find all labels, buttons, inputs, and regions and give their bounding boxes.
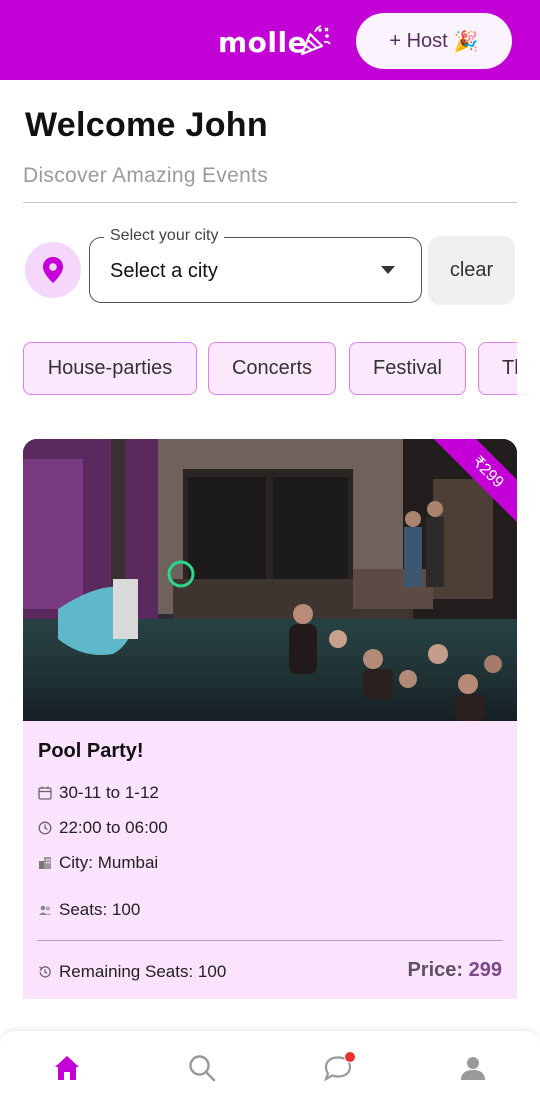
city-dropdown-label: Select your city (104, 227, 225, 245)
bottom-navigation (0, 1030, 540, 1105)
notification-dot (344, 1051, 356, 1063)
city-dropdown-value: Select a city (110, 260, 218, 282)
remaining-seats: Remaining Seats: 100 (59, 962, 227, 981)
event-card-body: Pool Party! 30-11 to 1-12 22:00 to 06:00 (23, 721, 517, 999)
card-divider (37, 940, 503, 941)
event-title: Pool Party! (38, 740, 144, 762)
event-seats-row: Seats: 100 (38, 900, 140, 920)
host-button[interactable]: + Host 🎉 (356, 13, 512, 69)
divider (23, 202, 517, 203)
clear-button[interactable]: clear (428, 236, 515, 305)
event-dates: 30-11 to 1-12 (59, 783, 159, 802)
nav-chat[interactable] (322, 1051, 356, 1083)
page-title: Welcome John (25, 106, 268, 144)
chip-house-parties[interactable]: House-parties (23, 342, 197, 395)
calendar-icon (38, 786, 52, 800)
location-pin-icon (43, 257, 63, 283)
event-card[interactable]: ₹299 Pool Party! 30-11 to 1-12 22:00 to … (23, 439, 517, 999)
event-city: City: Mumbai (59, 853, 159, 872)
nav-home[interactable] (52, 1053, 82, 1083)
price-label: Price: (407, 959, 464, 981)
location-button[interactable] (25, 242, 81, 298)
chip-more[interactable]: Th (478, 342, 517, 395)
city-icon (39, 857, 51, 869)
people-icon (39, 905, 51, 915)
app-logo: molle (218, 26, 308, 59)
top-app-bar: molle + Host 🎉 (0, 0, 540, 80)
nav-profile[interactable] (458, 1053, 488, 1083)
remaining-seats-row: Remaining Seats: 100 (38, 962, 226, 982)
category-chips: House-parties Concerts Festival Th (23, 342, 517, 396)
clock-icon (38, 821, 52, 835)
home-icon (55, 1056, 79, 1080)
party-popper-icon (300, 25, 331, 56)
event-city-row: City: Mumbai (38, 853, 158, 873)
dropdown-arrow-icon (381, 266, 395, 274)
history-icon (39, 966, 51, 978)
event-time: 22:00 to 06:00 (59, 818, 168, 837)
event-dates-row: 30-11 to 1-12 (38, 783, 159, 803)
event-time-row: 22:00 to 06:00 (38, 818, 168, 838)
nav-search[interactable] (187, 1053, 217, 1083)
event-price: Price: 299 (407, 959, 502, 982)
host-button-label: + Host (389, 29, 448, 52)
profile-icon (461, 1057, 485, 1080)
page-subtitle: Discover Amazing Events (23, 164, 268, 187)
party-emoji-icon: 🎉 (453, 30, 479, 53)
chip-festival[interactable]: Festival (349, 342, 466, 395)
chip-concerts[interactable]: Concerts (208, 342, 336, 395)
price-value: 299 (468, 959, 502, 981)
pool-party-photo (23, 439, 517, 721)
event-image[interactable]: ₹299 (23, 439, 517, 721)
event-seats: Seats: 100 (59, 900, 141, 919)
search-icon (189, 1055, 216, 1082)
